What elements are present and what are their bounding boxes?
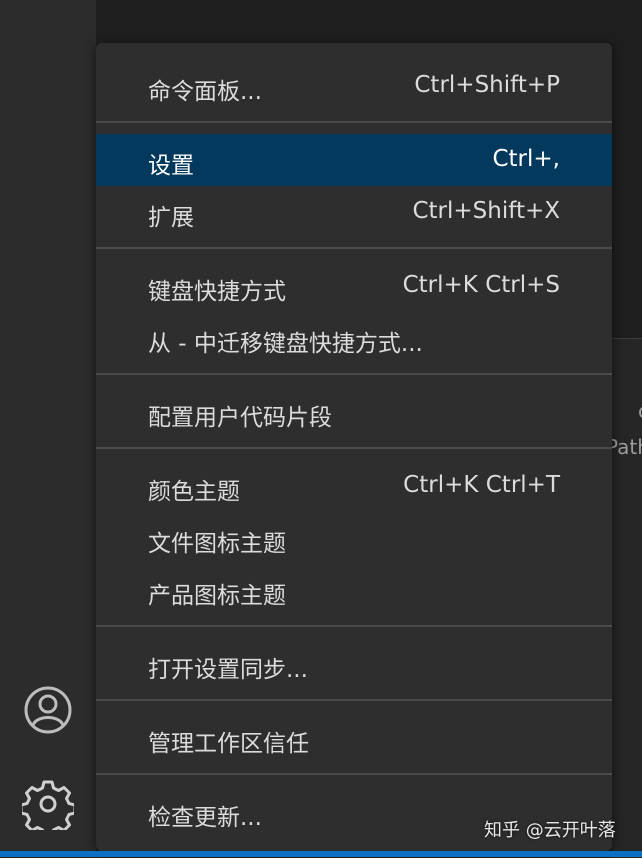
menu-item-settings-sync[interactable]: 打开设置同步... [96,638,612,690]
menu-item-label: 命令面板... [148,79,262,105]
menu-separator [96,625,612,627]
status-bar [0,851,642,857]
activity-bar [0,0,96,857]
menu-item-workspace-trust[interactable]: 管理工作区信任 [96,712,612,764]
menu-item-label: 键盘快捷方式 [148,279,286,305]
menu-item-label: 配置用户代码片段 [148,405,332,431]
menu-item-shortcut: Ctrl+, [492,146,560,172]
menu-item-shortcut: Ctrl+Shift+P [414,72,560,98]
menu-item-label: 检查更新... [148,805,262,831]
menu-item-file-icon-theme[interactable]: 文件图标主题 [96,512,612,564]
menu-item-label: 设置 [148,153,194,179]
account-icon[interactable] [22,684,74,736]
menu-separator [96,447,612,449]
editor-peek-text-1: c [638,399,642,423]
menu-item-label: 打开设置同步... [148,657,308,683]
menu-item-label: 扩展 [148,205,194,231]
menu-separator [96,373,612,375]
menu-separator [96,773,612,775]
watermark: 知乎 @云开叶落 [484,820,616,841]
gear-icon[interactable] [22,778,74,830]
menu-item-shortcut: Ctrl+Shift+X [412,198,560,224]
menu-item-label: 文件图标主题 [148,531,286,557]
menu-separator [96,247,612,249]
menu-item-settings[interactable]: 设置 Ctrl+, [96,134,612,186]
manage-context-menu: 命令面板... Ctrl+Shift+P 设置 Ctrl+, 扩展 Ctrl+S… [96,43,612,851]
menu-item-label: 管理工作区信任 [148,731,309,757]
menu-item-shortcut: Ctrl+K Ctrl+S [402,272,560,298]
menu-item-command-palette[interactable]: 命令面板... Ctrl+Shift+P [96,60,612,112]
menu-item-color-theme[interactable]: 颜色主题 Ctrl+K Ctrl+T [96,460,612,512]
menu-item-label: 从 - 中迁移键盘快捷方式... [148,331,423,357]
menu-separator [96,699,612,701]
editor-panel: c Path [606,338,642,858]
menu-item-product-icon-theme[interactable]: 产品图标主题 [96,564,612,616]
menu-item-extensions[interactable]: 扩展 Ctrl+Shift+X [96,186,612,238]
menu-item-shortcut: Ctrl+K Ctrl+T [403,472,560,498]
menu-item-label: 颜色主题 [148,479,240,505]
menu-separator [96,121,612,123]
menu-item-user-snippets[interactable]: 配置用户代码片段 [96,386,612,438]
menu-item-keyboard-shortcuts[interactable]: 键盘快捷方式 Ctrl+K Ctrl+S [96,260,612,312]
menu-item-migrate-keybindings[interactable]: 从 - 中迁移键盘快捷方式... [96,312,612,364]
menu-item-label: 产品图标主题 [148,583,286,609]
